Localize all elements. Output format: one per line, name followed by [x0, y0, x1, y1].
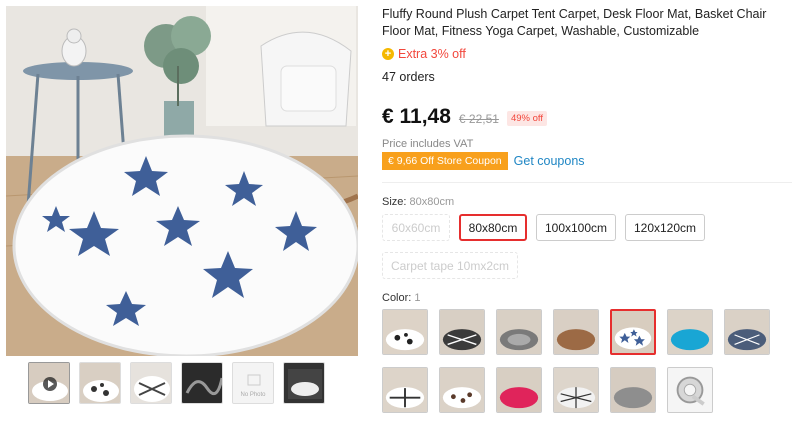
- store-coupon-badge: € 9,66 Off Store Coupon: [382, 152, 508, 170]
- color-swatch-11[interactable]: [553, 367, 599, 413]
- color-swatch-2[interactable]: [439, 309, 485, 355]
- size-option-60x60[interactable]: 60x60cm: [382, 214, 450, 241]
- divider: [382, 182, 792, 183]
- color-swatch-13-tape[interactable]: [667, 367, 713, 413]
- current-price: € 11,48: [382, 105, 451, 128]
- color-swatch-1[interactable]: [382, 309, 428, 355]
- thumbnail-image-2[interactable]: [79, 362, 121, 404]
- color-label-text: Color:: [382, 292, 412, 304]
- size-label: Size: 80x80cm: [382, 196, 454, 208]
- size-option-120x120[interactable]: 120x120cm: [625, 214, 705, 241]
- color-swatch-12[interactable]: [610, 367, 656, 413]
- color-swatch-8[interactable]: [382, 367, 428, 413]
- thumbnail-no-photo[interactable]: No Photo: [232, 362, 274, 404]
- size-option-80x80[interactable]: 80x80cm: [459, 214, 527, 241]
- size-option-carpet-tape[interactable]: Carpet tape 10mx2cm: [382, 252, 518, 279]
- thumbnail-image-3[interactable]: [130, 362, 172, 404]
- thumbnail-video[interactable]: [28, 362, 70, 404]
- color-swatch-10[interactable]: [496, 367, 542, 413]
- thumbnail-image-4[interactable]: [181, 362, 223, 404]
- color-swatch-7[interactable]: [724, 309, 770, 355]
- thumbnail-strip: No Photo: [28, 362, 325, 404]
- original-price: € 22,51: [458, 112, 499, 126]
- vat-note: Price includes VAT: [382, 138, 474, 150]
- color-selected-value: 1: [414, 292, 421, 304]
- order-count: 47 orders: [382, 70, 435, 84]
- color-swatch-4[interactable]: [553, 309, 599, 355]
- extra-discount-text: Extra 3% off: [398, 47, 466, 61]
- product-title: Fluffy Round Plush Carpet Tent Carpet, D…: [382, 7, 767, 38]
- discount-badge: 49% off: [506, 111, 547, 126]
- thumbnail-image-6[interactable]: [283, 362, 325, 404]
- main-product-image[interactable]: [6, 6, 358, 356]
- color-swatch-5[interactable]: [610, 309, 656, 355]
- extra-discount-badge: + Extra 3% off: [382, 47, 466, 61]
- no-photo-label: No Photo: [240, 392, 266, 398]
- plus-coin-icon: +: [382, 48, 394, 60]
- size-option-100x100[interactable]: 100x100cm: [536, 214, 616, 241]
- price-row: € 11,48 € 22,51 49% off: [382, 105, 547, 129]
- color-swatch-9[interactable]: [439, 367, 485, 413]
- get-coupons-link[interactable]: Get coupons: [514, 154, 585, 168]
- product-gallery: [6, 6, 358, 356]
- color-swatch-3[interactable]: [496, 309, 542, 355]
- color-swatch-6[interactable]: [667, 309, 713, 355]
- size-label-text: Size:: [382, 196, 407, 208]
- size-selected-value: 80x80cm: [409, 196, 455, 208]
- coupon-row: € 9,66 Off Store Coupon Get coupons: [382, 152, 585, 170]
- color-label: Color: 1: [382, 292, 421, 304]
